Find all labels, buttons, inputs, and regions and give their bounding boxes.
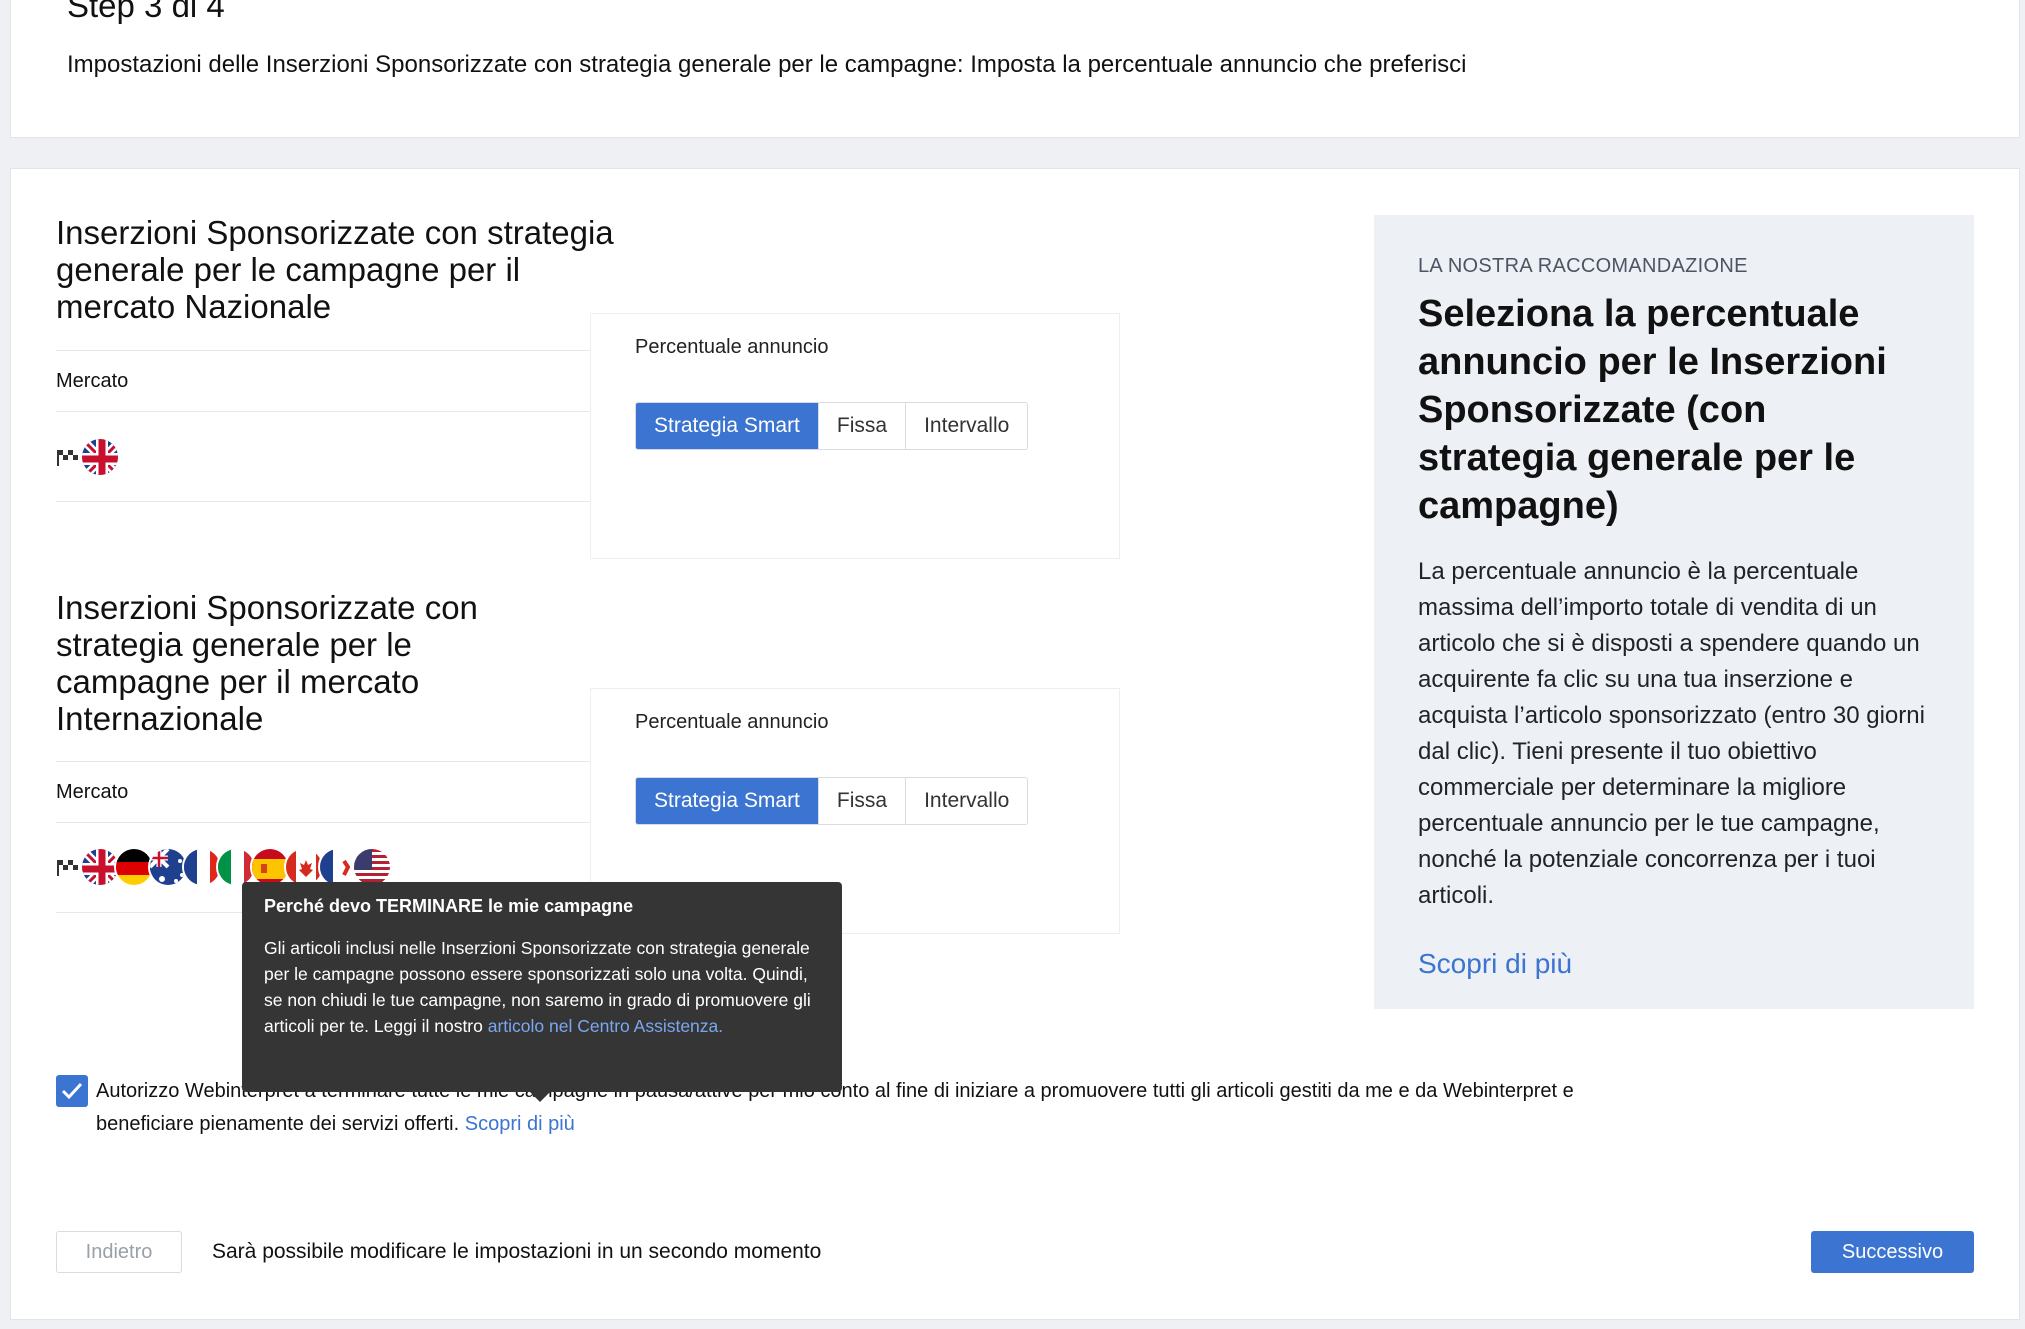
consent-checkbox[interactable] (56, 1075, 88, 1107)
step-title: Step 3 di 4 (67, 0, 225, 24)
recommendation-body: La percentuale annuncio è la percentuale… (1418, 558, 1925, 909)
recommendation-eyebrow: LA NOSTRA RACCOMANDAZIONE (1418, 255, 1748, 277)
option-smart-strategy[interactable]: Strategia Smart (636, 403, 818, 449)
percent-strategy-toggle: Strategia Smart Fissa Intervallo (635, 402, 1029, 450)
back-button[interactable]: Indietro (56, 1231, 182, 1273)
market-flags-national (56, 437, 120, 477)
divider (56, 822, 590, 823)
tooltip-body: Gli articoli inclusi nelle Inserzioni Sp… (264, 935, 820, 1039)
divider (56, 350, 590, 351)
percent-label: Percentuale annuncio (635, 336, 829, 358)
usa-flag-icon (352, 847, 392, 887)
section-title-international: Inserzioni Sponsorizzate con strategia g… (56, 589, 478, 737)
option-range[interactable]: Intervallo (905, 403, 1028, 449)
uk-flag-icon (80, 437, 120, 477)
section-title-national: Inserzioni Sponsorizzate con strategia g… (56, 214, 614, 325)
learn-more-link[interactable]: Scopri di più (1418, 948, 1930, 980)
consent-learn-more-link[interactable]: Scopri di più (465, 1113, 575, 1135)
option-range[interactable]: Intervallo (905, 778, 1028, 824)
checkmark-icon (61, 1082, 83, 1100)
next-button[interactable]: Successivo (1811, 1231, 1974, 1273)
market-label: Mercato (56, 781, 129, 803)
divider (56, 761, 590, 762)
step-subtitle: Impostazioni delle Inserzioni Sponsorizz… (67, 51, 1467, 78)
tooltip-arrow (530, 1092, 550, 1102)
tooltip-title: Perché devo TERMINARE le mie campagne (264, 896, 634, 916)
market-flags-international (56, 847, 392, 887)
recommendation-title: Seleziona la percentuale annuncio per le… (1418, 293, 1887, 527)
option-fixed[interactable]: Fissa (817, 403, 906, 449)
footer-note: Sarà possibile modificare le impostazion… (212, 1240, 822, 1263)
recommendation-panel: LA NOSTRA RACCOMANDAZIONE Seleziona la p… (1374, 215, 1974, 1009)
step-header-card: Step 3 di 4 Impostazioni delle Inserzion… (10, 0, 2020, 138)
option-smart-strategy[interactable]: Strategia Smart (636, 778, 818, 824)
option-fixed[interactable]: Fissa (817, 778, 906, 824)
tooltip-why-end-campaigns: Perché devo TERMINARE le mie campagne Gl… (242, 882, 842, 1102)
help-center-article-link[interactable]: articolo nel Centro Assistenza. (488, 1016, 723, 1036)
market-label: Mercato (56, 370, 129, 392)
percent-label: Percentuale annuncio (635, 711, 829, 733)
divider (56, 501, 590, 502)
percent-panel-national: Percentuale annuncio Strategia Smart Fis… (590, 313, 1120, 559)
divider (56, 411, 590, 412)
percent-strategy-toggle: Strategia Smart Fissa Intervallo (635, 777, 1029, 825)
